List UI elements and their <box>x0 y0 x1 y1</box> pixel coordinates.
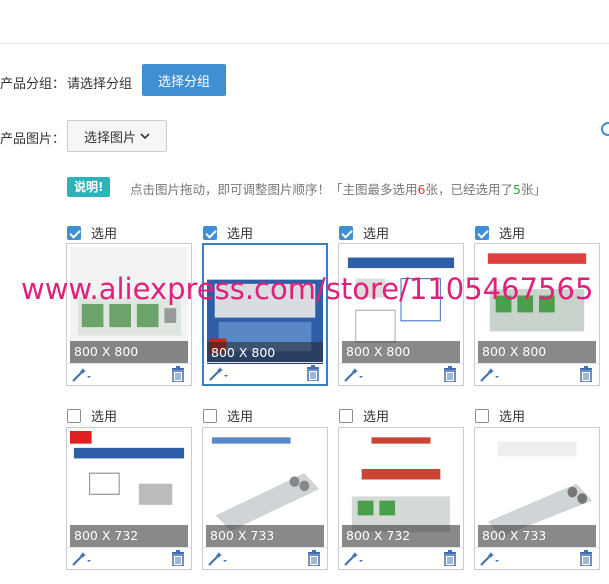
select-image-button[interactable]: 选择图片 <box>67 120 167 152</box>
image-select-checkbox[interactable]: 选用 <box>203 223 253 242</box>
image-card[interactable]: 800 X 733 <box>202 427 328 570</box>
used-image-count: 5 <box>512 182 521 197</box>
magic-wand-icon[interactable] <box>207 551 229 567</box>
magic-wand-icon[interactable] <box>208 366 230 382</box>
product-thumbnail[interactable]: 800 X 800 <box>342 247 460 363</box>
checkbox-box[interactable] <box>475 408 489 423</box>
magic-wand-icon[interactable] <box>479 367 501 383</box>
image-size-label: 800 X 800 <box>342 341 460 363</box>
select-group-button[interactable]: 选择分组 <box>142 64 226 96</box>
image-select-checkbox[interactable]: 选用 <box>67 406 117 425</box>
image-toolbar <box>67 547 191 569</box>
select-label: 选用 <box>363 227 390 242</box>
image-card[interactable]: 800 X 800 <box>202 243 328 386</box>
trash-icon[interactable] <box>307 550 321 566</box>
checkbox-box[interactable] <box>67 408 81 423</box>
image-toolbar <box>339 363 463 385</box>
trash-icon[interactable] <box>171 550 185 566</box>
checkbox-box[interactable] <box>203 408 217 423</box>
select-label: 选用 <box>91 227 118 242</box>
image-card[interactable]: 800 X 733 <box>474 427 600 570</box>
image-card[interactable]: 800 X 800 <box>474 243 600 386</box>
select-label: 选用 <box>227 410 254 425</box>
image-size-label: 800 X 800 <box>70 341 188 363</box>
select-label: 选用 <box>499 227 526 242</box>
product-thumbnail[interactable]: 800 X 732 <box>342 431 460 547</box>
image-size-label: 800 X 800 <box>207 342 323 364</box>
magic-wand-icon[interactable] <box>479 551 501 567</box>
trash-icon[interactable] <box>306 365 320 381</box>
trash-icon[interactable] <box>579 550 593 566</box>
select-label: 选用 <box>499 410 526 425</box>
trash-icon[interactable] <box>443 550 457 566</box>
trash-icon[interactable] <box>171 366 185 382</box>
image-select-checkbox[interactable]: 选用 <box>339 406 389 425</box>
image-toolbar <box>475 363 599 385</box>
magic-wand-icon[interactable] <box>71 367 93 383</box>
select-label: 选用 <box>363 410 390 425</box>
image-toolbar <box>203 547 327 569</box>
image-size-label: 800 X 733 <box>206 525 324 547</box>
product-thumbnail[interactable]: 800 X 800 <box>70 247 188 363</box>
image-card[interactable]: 800 X 800 <box>66 243 192 386</box>
image-card[interactable]: 800 X 800 <box>338 243 464 386</box>
magic-wand-icon[interactable] <box>71 551 93 567</box>
trash-icon[interactable] <box>443 366 457 382</box>
product-thumbnail[interactable]: 800 X 800 <box>207 248 323 364</box>
image-size-label: 800 X 732 <box>70 525 188 547</box>
checkbox-box[interactable] <box>339 225 353 240</box>
product-thumbnail[interactable]: 800 X 732 <box>70 431 188 547</box>
image-size-label: 800 X 800 <box>478 341 596 363</box>
product-thumbnail[interactable]: 800 X 800 <box>478 247 596 363</box>
image-select-checkbox[interactable]: 选用 <box>67 223 117 242</box>
select-label: 选用 <box>227 227 254 242</box>
image-select-checkbox[interactable]: 选用 <box>475 223 525 242</box>
product-thumbnail[interactable]: 800 X 733 <box>206 431 324 547</box>
select-image-label: 选择图片 <box>83 130 136 146</box>
select-label: 选用 <box>91 410 118 425</box>
chevron-down-icon <box>140 133 150 140</box>
help-icon[interactable] <box>601 122 609 136</box>
image-select-checkbox[interactable]: 选用 <box>203 406 253 425</box>
image-toolbar <box>475 547 599 569</box>
image-toolbar <box>204 362 326 384</box>
magic-wand-icon[interactable] <box>343 551 365 567</box>
group-placeholder: 请选择分组 <box>67 77 133 92</box>
image-toolbar <box>339 547 463 569</box>
group-label: 产品分组： <box>0 77 66 92</box>
info-badge: 说明! <box>67 177 111 197</box>
checkbox-box[interactable] <box>67 225 81 240</box>
trash-icon[interactable] <box>579 366 593 382</box>
image-select-checkbox[interactable]: 选用 <box>339 223 389 242</box>
image-order-hint: 点击图片拖动，即可调整图片顺序！「主图最多选用6张，已经选用了5张」 <box>130 182 546 197</box>
checkbox-box[interactable] <box>475 225 489 240</box>
image-select-checkbox[interactable]: 选用 <box>475 406 525 425</box>
product-thumbnail[interactable]: 800 X 733 <box>478 431 596 547</box>
image-size-label: 800 X 733 <box>478 525 596 547</box>
image-label: 产品图片： <box>0 132 66 147</box>
checkbox-box[interactable] <box>339 408 353 423</box>
checkbox-box[interactable] <box>203 225 217 240</box>
header-divider <box>0 43 609 44</box>
image-card[interactable]: 800 X 732 <box>66 427 192 570</box>
magic-wand-icon[interactable] <box>343 367 365 383</box>
image-card[interactable]: 800 X 732 <box>338 427 464 570</box>
image-size-label: 800 X 732 <box>342 525 460 547</box>
image-toolbar <box>67 363 191 385</box>
